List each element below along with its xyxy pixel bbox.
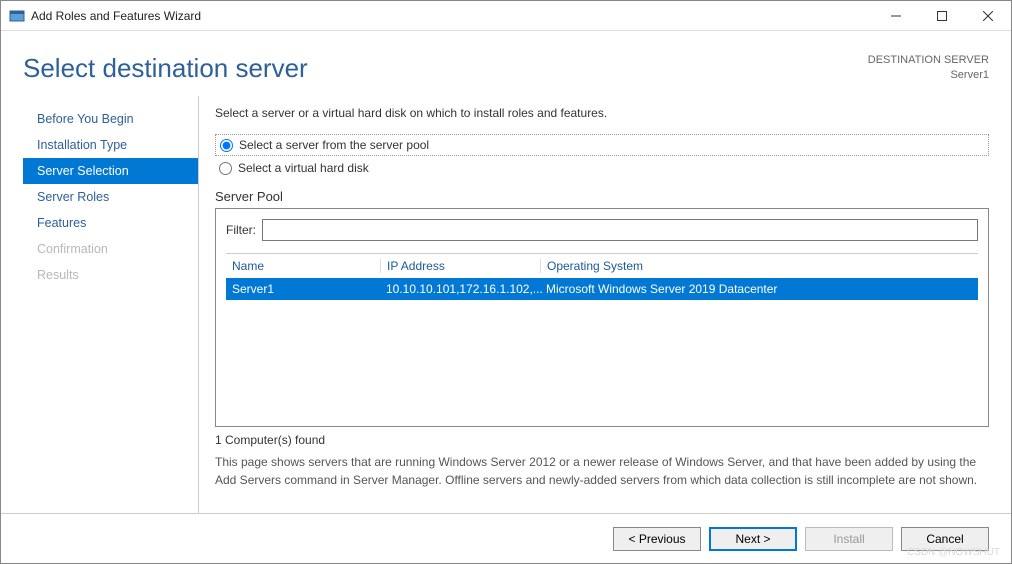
table-header: Name IP Address Operating System xyxy=(226,254,978,278)
col-header-ip[interactable]: IP Address xyxy=(380,259,540,273)
nav-before-you-begin[interactable]: Before You Begin xyxy=(23,106,198,132)
nav-server-selection[interactable]: Server Selection xyxy=(23,158,198,184)
col-header-os[interactable]: Operating System xyxy=(540,259,974,273)
table-row[interactable]: Server1 10.10.10.101,172.16.1.102,... Mi… xyxy=(226,278,978,300)
destination-server-block: DESTINATION SERVER Server1 xyxy=(868,53,989,84)
radio-pool-input[interactable] xyxy=(220,139,233,152)
app-icon xyxy=(9,8,25,24)
close-button[interactable] xyxy=(965,1,1011,31)
server-table: Name IP Address Operating System Server1… xyxy=(226,253,978,420)
destination-value: Server1 xyxy=(868,68,989,83)
main-area: Before You Begin Installation Type Serve… xyxy=(23,96,989,513)
wizard-window: Add Roles and Features Wizard Select des… xyxy=(0,0,1012,564)
titlebar: Add Roles and Features Wizard xyxy=(1,1,1011,31)
filter-input[interactable] xyxy=(262,219,978,241)
wizard-body: Select destination server DESTINATION SE… xyxy=(1,31,1011,513)
col-header-name[interactable]: Name xyxy=(230,259,380,273)
radio-pool-label: Select a server from the server pool xyxy=(239,138,429,152)
instruction-text: Select a server or a virtual hard disk o… xyxy=(215,106,989,120)
window-title: Add Roles and Features Wizard xyxy=(31,9,873,23)
filter-label: Filter: xyxy=(226,223,256,237)
wizard-nav: Before You Begin Installation Type Serve… xyxy=(23,96,199,513)
computers-found-text: 1 Computer(s) found xyxy=(215,433,989,447)
cell-os: Microsoft Windows Server 2019 Datacenter xyxy=(540,282,974,296)
cancel-button[interactable]: Cancel xyxy=(901,527,989,551)
nav-installation-type[interactable]: Installation Type xyxy=(23,132,198,158)
filter-row: Filter: xyxy=(226,219,978,241)
server-pool-label: Server Pool xyxy=(215,189,989,204)
table-empty-space xyxy=(226,300,978,420)
minimize-button[interactable] xyxy=(873,1,919,31)
destination-label: DESTINATION SERVER xyxy=(868,53,989,68)
page-title: Select destination server xyxy=(23,53,308,84)
server-pool-box: Filter: Name IP Address Operating System… xyxy=(215,208,989,427)
radio-select-pool-group: Select a server from the server pool xyxy=(215,134,989,156)
cell-ip: 10.10.10.101,172.16.1.102,... xyxy=(380,282,540,296)
header-row: Select destination server DESTINATION SE… xyxy=(23,31,989,84)
nav-server-roles[interactable]: Server Roles xyxy=(23,184,198,210)
radio-select-server-pool[interactable]: Select a server from the server pool xyxy=(220,137,984,153)
radio-vhd-label: Select a virtual hard disk xyxy=(238,161,369,175)
maximize-button[interactable] xyxy=(919,1,965,31)
radio-vhd-input[interactable] xyxy=(219,162,232,175)
radio-select-vhd[interactable]: Select a virtual hard disk xyxy=(215,159,989,177)
note-text: This page shows servers that are running… xyxy=(215,453,989,489)
previous-button[interactable]: < Previous xyxy=(613,527,701,551)
nav-features[interactable]: Features xyxy=(23,210,198,236)
next-button[interactable]: Next > xyxy=(709,527,797,551)
wizard-footer: < Previous Next > Install Cancel xyxy=(1,513,1011,563)
nav-confirmation: Confirmation xyxy=(23,236,198,262)
window-controls xyxy=(873,1,1011,31)
install-button: Install xyxy=(805,527,893,551)
cell-name: Server1 xyxy=(230,282,380,296)
nav-results: Results xyxy=(23,262,198,288)
content-panel: Select a server or a virtual hard disk o… xyxy=(199,96,989,513)
